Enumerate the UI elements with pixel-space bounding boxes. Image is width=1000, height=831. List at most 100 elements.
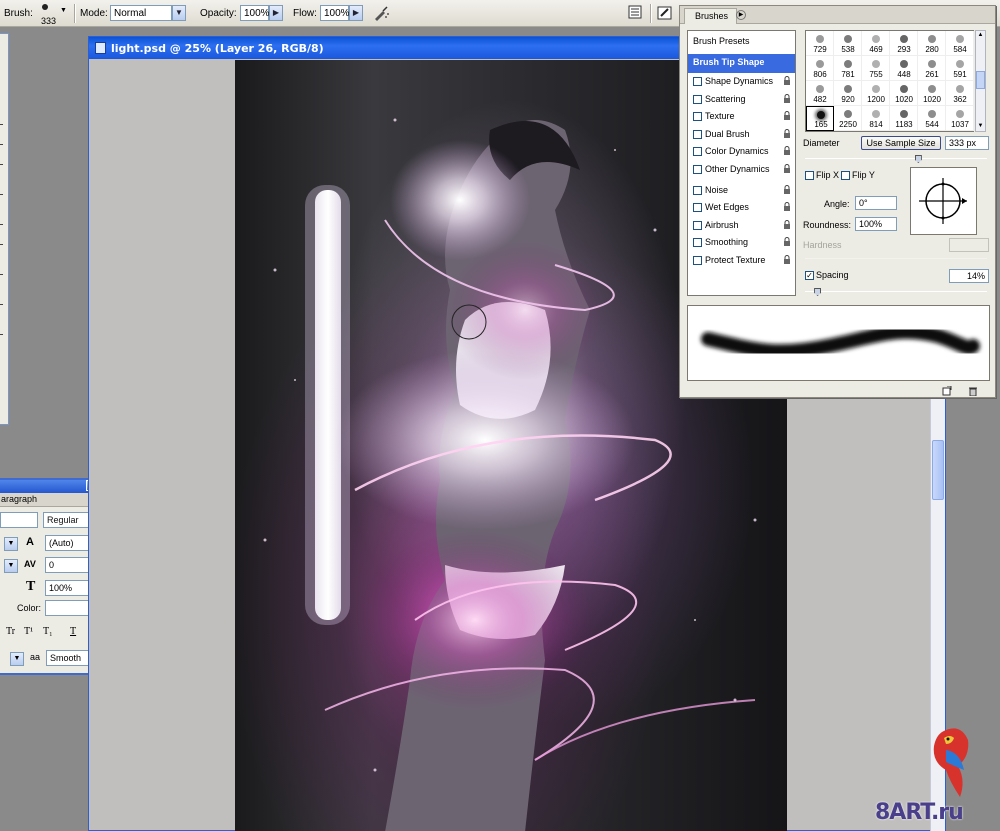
tab-brushes[interactable]: Brushes: [684, 8, 738, 24]
scrollbar-thumb[interactable]: [976, 71, 985, 89]
diameter-input[interactable]: 333 px: [945, 136, 989, 150]
spacing-checkbox[interactable]: ✓: [805, 271, 814, 280]
flow-input[interactable]: 100%: [320, 5, 350, 21]
brush-option-checkbox[interactable]: [693, 94, 702, 104]
lock-icon[interactable]: [783, 146, 791, 156]
brush-option-checkbox[interactable]: [693, 147, 702, 157]
brush-tip-preset[interactable]: 1037: [946, 106, 974, 131]
brush-tip-preset[interactable]: 293: [890, 31, 918, 56]
brush-tip-preset[interactable]: 544: [918, 106, 946, 131]
slider-knob[interactable]: [914, 155, 922, 163]
brush-tip-preset[interactable]: 1020: [918, 81, 946, 106]
brush-tip-preset[interactable]: 448: [890, 56, 918, 81]
chevron-down-icon[interactable]: ▼: [4, 537, 18, 551]
trash-icon[interactable]: [968, 386, 978, 397]
brush-option-item[interactable]: Dual Brush: [688, 126, 795, 143]
brush-tip-preset[interactable]: 591: [946, 56, 974, 81]
brush-option-item[interactable]: Shape Dynamics: [688, 73, 795, 90]
brush-option-checkbox[interactable]: [693, 238, 702, 248]
brush-tip-preset[interactable]: 806: [806, 56, 834, 81]
chevron-down-icon[interactable]: ▼: [4, 559, 18, 573]
tip-grid-scrollbar[interactable]: ▲ ▼: [975, 30, 986, 132]
brush-tip-preset[interactable]: 362: [946, 81, 974, 106]
brush-option-item[interactable]: Smoothing: [688, 234, 795, 251]
brush-option-item[interactable]: Texture: [688, 108, 795, 125]
brush-option-checkbox[interactable]: [693, 203, 702, 213]
slider-knob[interactable]: [814, 288, 822, 296]
flip-y-checkbox[interactable]: [841, 171, 850, 180]
opacity-slider-icon[interactable]: ▶: [269, 5, 283, 21]
superscript-button[interactable]: T¹: [24, 626, 33, 637]
palette-well-icon[interactable]: [626, 4, 644, 22]
brush-option-item[interactable]: Brush Presets: [688, 33, 795, 52]
brush-option-item[interactable]: Color Dynamics: [688, 143, 795, 160]
use-sample-size-button[interactable]: Use Sample Size: [861, 136, 941, 150]
underline-button[interactable]: T: [70, 626, 76, 637]
lock-icon[interactable]: [783, 76, 791, 85]
lock-icon[interactable]: [783, 237, 791, 247]
scrollbar-thumb[interactable]: [932, 440, 944, 500]
brush-tip-preset[interactable]: 1200: [862, 81, 890, 106]
brush-option-checkbox[interactable]: [693, 220, 702, 230]
mode-dropdown-icon[interactable]: ▼: [172, 5, 186, 21]
scroll-down-icon[interactable]: ▼: [976, 122, 985, 131]
brush-tip-preset[interactable]: 261: [918, 56, 946, 81]
brush-tip-preset[interactable]: 2250: [834, 106, 862, 131]
brush-option-checkbox[interactable]: [693, 77, 702, 86]
lock-icon[interactable]: [783, 202, 791, 212]
brush-option-checkbox[interactable]: [693, 185, 702, 195]
brush-tip-preset[interactable]: 538: [834, 31, 862, 56]
lock-icon[interactable]: [783, 184, 791, 194]
mode-select[interactable]: Normal: [110, 5, 172, 21]
brush-option-item[interactable]: Noise: [688, 182, 795, 199]
spacing-slider[interactable]: [805, 291, 987, 292]
brush-tip-preset[interactable]: 1020: [890, 81, 918, 106]
brush-tip-preset[interactable]: 920: [834, 81, 862, 106]
brush-option-checkbox[interactable]: [693, 129, 702, 139]
new-preset-icon[interactable]: [942, 385, 952, 396]
panel-menu-icon[interactable]: [976, 8, 990, 22]
brush-option-item[interactable]: Other Dynamics: [688, 161, 795, 178]
roundness-input[interactable]: 100%: [855, 217, 897, 231]
chevron-down-icon[interactable]: ▼: [10, 652, 24, 666]
lock-icon[interactable]: [783, 111, 791, 121]
flow-slider-icon[interactable]: ▶: [349, 5, 363, 21]
airbrush-icon[interactable]: [372, 4, 390, 22]
brush-option-checkbox[interactable]: [693, 112, 702, 122]
tab-paragraph[interactable]: aragraph: [0, 494, 37, 504]
brush-option-item[interactable]: Protect Texture: [688, 252, 795, 269]
brush-option-checkbox[interactable]: [693, 165, 702, 174]
brush-option-checkbox[interactable]: [693, 256, 702, 265]
lock-icon[interactable]: [783, 219, 791, 229]
lock-icon[interactable]: [783, 255, 791, 264]
all-caps-button[interactable]: Tr: [6, 626, 15, 637]
flip-x-checkbox[interactable]: [805, 171, 814, 180]
brush-tip-preset[interactable]: 781: [834, 56, 862, 81]
text-color-swatch[interactable]: [45, 600, 93, 616]
brush-tip-preset[interactable]: 729: [806, 31, 834, 56]
lock-icon[interactable]: [783, 93, 791, 103]
opacity-input[interactable]: 100%: [240, 5, 270, 21]
font-family-field[interactable]: [0, 512, 38, 528]
diameter-slider[interactable]: [805, 158, 987, 159]
brush-picker[interactable]: 333 ▼: [36, 1, 68, 26]
spacing-input[interactable]: 14%: [949, 269, 989, 283]
subscript-button[interactable]: T₁: [43, 626, 53, 637]
brush-tip-preset[interactable]: 482: [806, 81, 834, 106]
brush-tip-preset[interactable]: 584: [946, 31, 974, 56]
tab-menu-icon[interactable]: ▶: [736, 10, 746, 20]
brush-tip-preset[interactable]: 755: [862, 56, 890, 81]
toggle-brushes-icon[interactable]: [656, 4, 674, 22]
angle-input[interactable]: 0°: [855, 196, 897, 210]
brush-tip-preset[interactable]: 469: [862, 31, 890, 56]
brush-tip-preset[interactable]: 1183: [890, 106, 918, 131]
brush-option-item[interactable]: Scattering: [688, 91, 795, 108]
lock-icon[interactable]: [783, 128, 791, 138]
brush-tip-preset[interactable]: 165: [806, 106, 834, 131]
brush-option-item[interactable]: Airbrush: [688, 217, 795, 234]
scroll-up-icon[interactable]: ▲: [976, 31, 985, 40]
brush-tip-preset[interactable]: 814: [862, 106, 890, 131]
brush-tip-preset[interactable]: 280: [918, 31, 946, 56]
brush-option-item[interactable]: Wet Edges: [688, 199, 795, 216]
brush-option-item[interactable]: Brush Tip Shape: [688, 54, 795, 73]
